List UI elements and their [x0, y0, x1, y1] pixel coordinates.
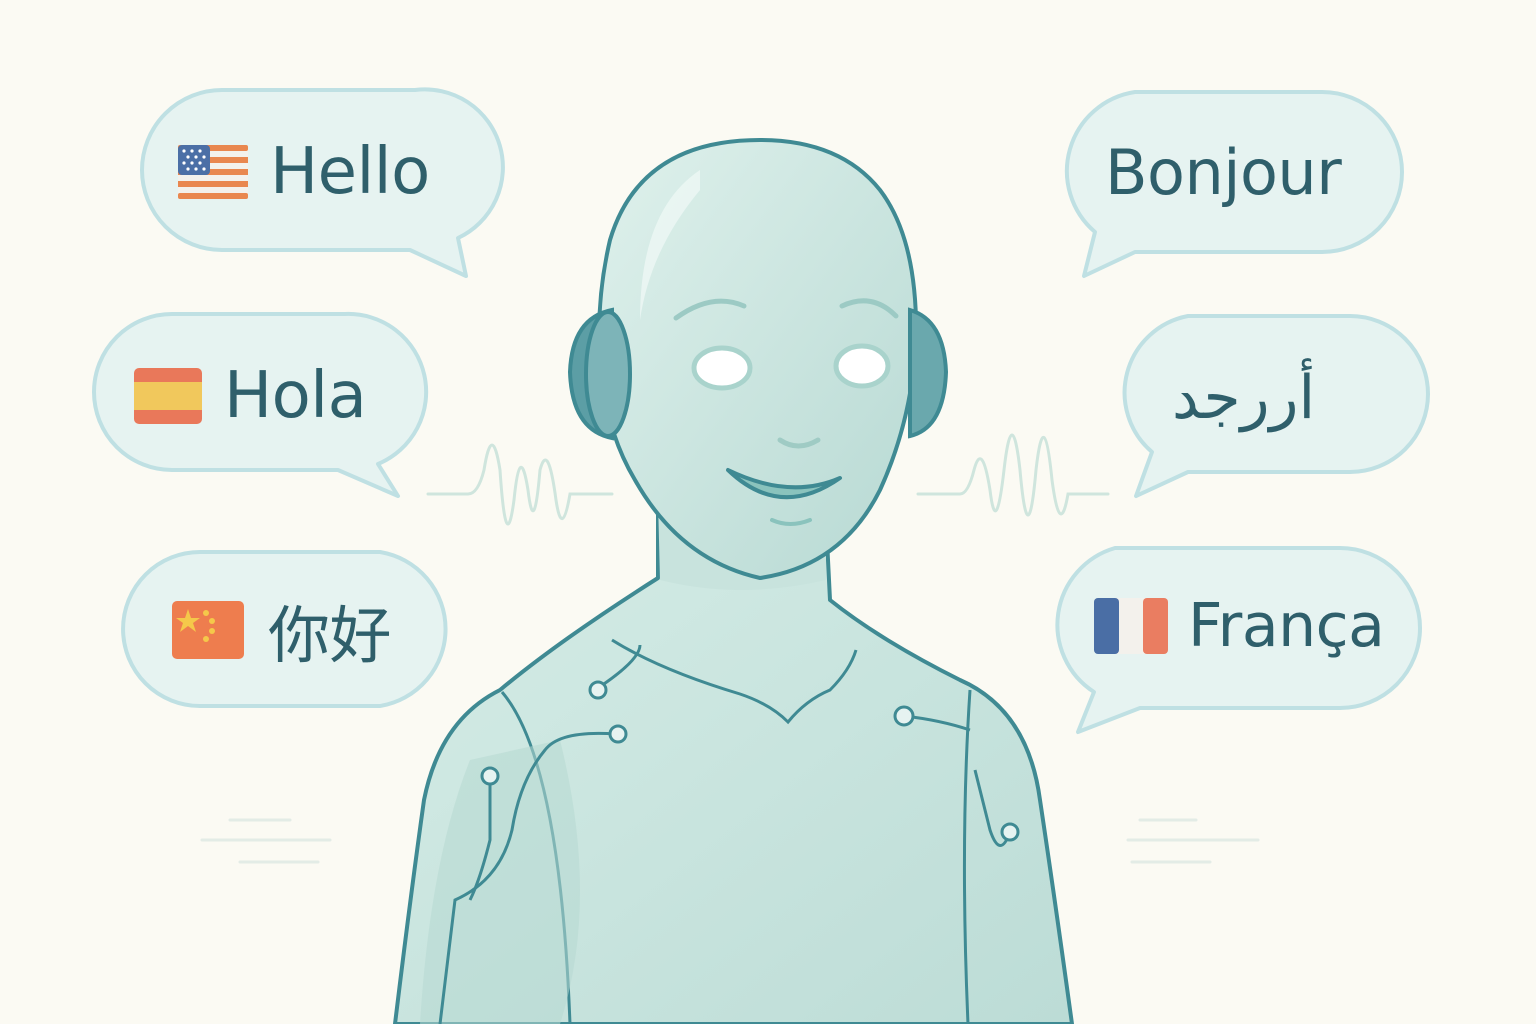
- bubble-arabic-text: أررجد: [1172, 363, 1316, 433]
- motion-lines-left: [200, 818, 332, 864]
- bubble-franca: França: [1094, 584, 1385, 668]
- france-flag-icon: [1094, 598, 1168, 654]
- bubble-bonjour-text: Bonjour: [1105, 135, 1342, 209]
- us-flag-icon: [178, 145, 248, 199]
- robot-left-eye: [691, 345, 753, 391]
- bubble-bonjour: Bonjour: [1105, 130, 1342, 214]
- bubble-hola: Hola: [134, 354, 367, 438]
- bubble-hello-text: Hello: [270, 135, 430, 209]
- sound-wave-left: [426, 443, 614, 526]
- robot-right-eye: [833, 343, 891, 389]
- bubble-franca-text: França: [1188, 591, 1385, 661]
- china-flag-icon: [172, 601, 244, 659]
- sound-wave-right: [916, 433, 1110, 517]
- bubble-nihao-text: 你好: [268, 599, 392, 672]
- bubble-arabic: أررجد: [1172, 356, 1316, 440]
- bubble-hello: Hello: [178, 130, 430, 214]
- bubble-hola-text: Hola: [224, 359, 367, 433]
- robot-figure: [393, 137, 1074, 1024]
- bubble-nihao: 你好: [172, 588, 392, 672]
- spain-flag-icon: [134, 368, 202, 424]
- motion-lines-right: [1126, 818, 1260, 864]
